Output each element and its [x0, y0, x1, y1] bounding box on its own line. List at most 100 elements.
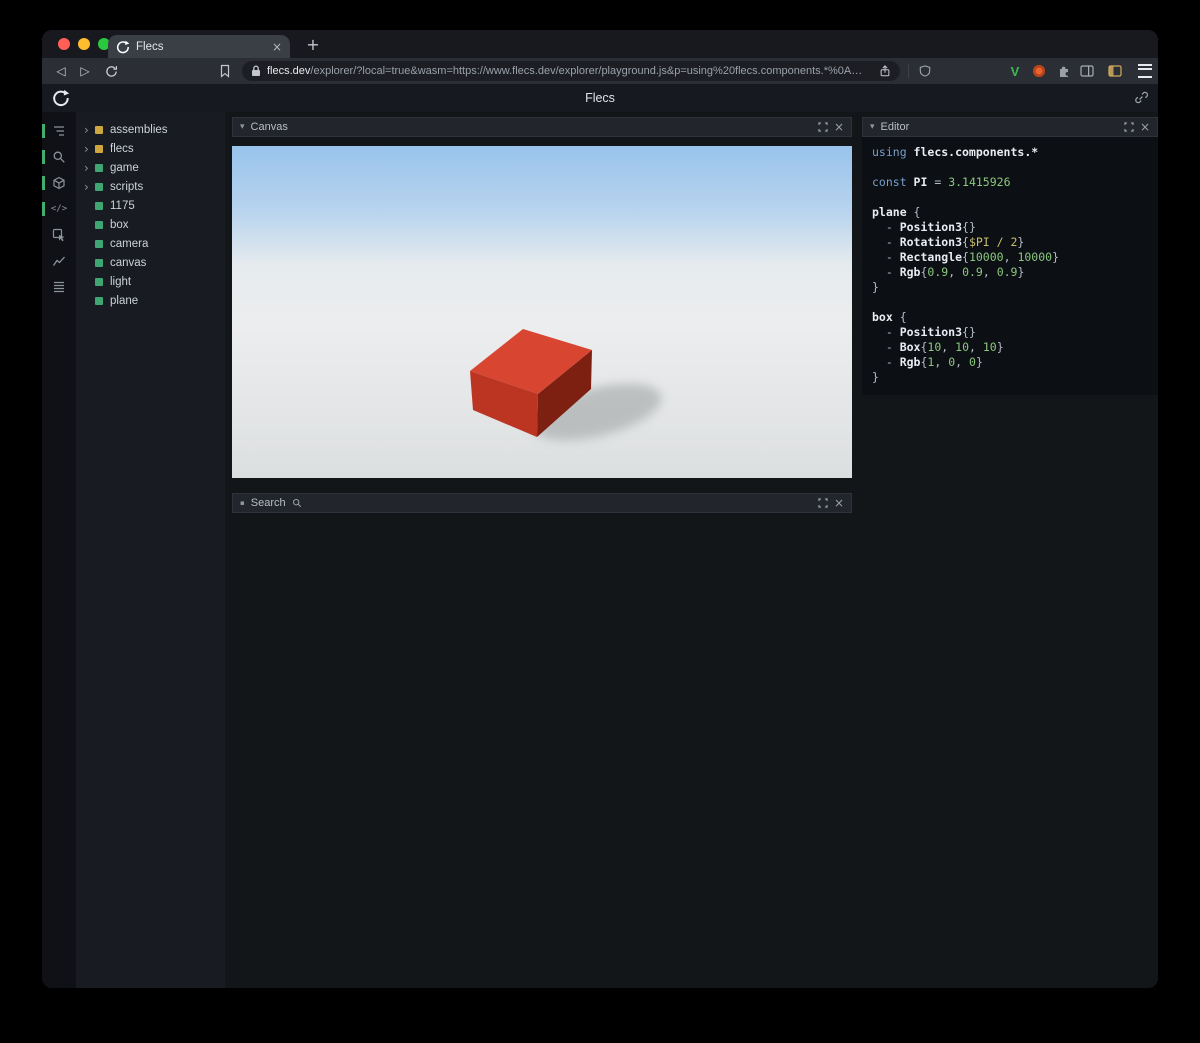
close-window-button[interactable]	[58, 38, 70, 50]
sidebar-panel-icon[interactable]	[1076, 58, 1098, 84]
close-panel-icon[interactable]: ×	[834, 121, 844, 133]
3d-scene[interactable]	[232, 146, 852, 478]
entity-color-swatch	[95, 296, 103, 305]
app-header: Flecs	[42, 84, 1158, 113]
tree-item-label: flecs	[110, 142, 134, 155]
close-tab-icon[interactable]: ×	[272, 40, 282, 54]
forward-button[interactable]: ▷	[74, 58, 96, 84]
reload-button[interactable]	[100, 58, 122, 84]
entity-color-swatch	[95, 144, 103, 153]
menu-icon[interactable]	[1134, 58, 1156, 84]
tree-item-plane[interactable]: plane	[76, 291, 225, 310]
chevron-down-icon[interactable]: ▾	[240, 122, 245, 132]
chart-icon	[52, 256, 65, 266]
expand-panel-icon[interactable]	[1124, 122, 1134, 132]
tree-item-game[interactable]: › game	[76, 158, 225, 177]
tree-item-light[interactable]: light	[76, 272, 225, 291]
reading-list-panel-icon[interactable]	[1104, 58, 1126, 84]
sidebar-item-tree[interactable]	[42, 118, 76, 144]
collapsed-bullet-icon[interactable]: ▪	[240, 499, 245, 507]
sidebar-item-stats[interactable]	[42, 248, 76, 274]
sidebar-item-inspector[interactable]	[42, 222, 76, 248]
tree-item-1175[interactable]: 1175	[76, 196, 225, 215]
expand-arrow-icon[interactable]: ›	[84, 124, 95, 136]
entity-color-swatch	[95, 182, 103, 191]
tree-item-box[interactable]: box	[76, 215, 225, 234]
new-tab-button[interactable]: +	[302, 32, 324, 56]
tree-item-label: canvas	[110, 256, 147, 269]
chevron-down-icon[interactable]: ▾	[870, 122, 875, 132]
rows-icon	[54, 281, 64, 293]
sidebar-item-queries[interactable]	[42, 274, 76, 300]
editor-panel-header: ▾ Editor ×	[862, 117, 1158, 137]
tree-item-scripts[interactable]: › scripts	[76, 177, 225, 196]
tree-icon	[54, 126, 64, 136]
entity-tree: › assemblies › flecs › game › scripts 11…	[76, 112, 225, 988]
search-magnifier-icon	[292, 498, 302, 508]
tree-item-label: 1175	[110, 199, 135, 212]
back-button[interactable]: ◁	[50, 58, 72, 84]
tree-item-label: light	[110, 275, 132, 288]
tree-item-label: camera	[110, 237, 149, 250]
url-host: flecs.dev	[267, 65, 311, 77]
entity-color-swatch	[95, 163, 103, 172]
expand-arrow-icon[interactable]: ›	[84, 181, 95, 193]
share-icon[interactable]	[879, 64, 891, 78]
entity-color-swatch	[95, 201, 103, 210]
tree-item-canvas[interactable]: canvas	[76, 253, 225, 272]
canvas-panel-header: ▾ Canvas ×	[232, 117, 852, 137]
expand-panel-icon[interactable]	[818, 498, 828, 508]
tool-sidebar: </>	[42, 112, 76, 988]
vimium-label: V	[1010, 63, 1020, 79]
entity-color-swatch	[95, 239, 103, 248]
lock-icon	[252, 65, 260, 76]
sidebar-item-entities[interactable]	[42, 170, 76, 196]
expand-panel-icon[interactable]	[818, 122, 828, 132]
main-content: ▾ Canvas × ▪ Search × ▾ Editor × using f…	[225, 112, 1158, 988]
tab-strip: Flecs × +	[42, 30, 1158, 58]
vimium-extension-icon[interactable]: V	[1004, 58, 1026, 84]
sidebar-item-editor[interactable]: </>	[42, 196, 76, 222]
tree-item-camera[interactable]: camera	[76, 234, 225, 253]
browser-window: Flecs × + ◁ ▷ flecs.dev/explorer/?local=…	[42, 30, 1158, 988]
cube-icon	[53, 176, 65, 190]
expand-arrow-icon[interactable]: ›	[84, 143, 95, 155]
extension-orange-icon[interactable]	[1028, 58, 1050, 84]
minimize-window-button[interactable]	[78, 38, 90, 50]
url-path: /explorer/?local=true&wasm=https://www.f…	[310, 65, 863, 77]
editor-body: using flecs.components.* const PI = 3.14…	[862, 137, 1158, 395]
sidebar-item-search[interactable]	[42, 144, 76, 170]
browser-toolbar: ◁ ▷ flecs.dev/explorer/?local=true&wasm=…	[42, 58, 1158, 84]
tree-item-label: scripts	[110, 180, 144, 193]
search-icon	[53, 151, 65, 163]
entity-color-swatch	[95, 220, 103, 229]
shield-icon[interactable]	[914, 58, 936, 84]
entity-color-swatch	[95, 277, 103, 286]
share-link-icon[interactable]	[1134, 91, 1148, 105]
url-text: flecs.dev/explorer/?local=true&wasm=http…	[267, 65, 873, 77]
entity-color-swatch	[95, 125, 103, 134]
entity-color-swatch	[95, 258, 103, 267]
tree-item-label: box	[110, 218, 129, 231]
canvas-viewport[interactable]	[232, 146, 852, 478]
search-panel-title: Search	[250, 497, 286, 509]
tree-item-flecs[interactable]: › flecs	[76, 139, 225, 158]
editor-panel-title: Editor	[880, 121, 910, 133]
tab-title: Flecs	[136, 40, 164, 53]
toolbar-divider	[908, 64, 909, 78]
expand-arrow-icon[interactable]: ›	[84, 162, 95, 174]
editor-code[interactable]: using flecs.components.* const PI = 3.14…	[872, 145, 1148, 385]
address-bar[interactable]: flecs.dev/explorer/?local=true&wasm=http…	[242, 61, 900, 81]
browser-tab[interactable]: Flecs ×	[108, 35, 290, 58]
close-panel-icon[interactable]: ×	[1140, 121, 1150, 133]
search-panel-header: ▪ Search ×	[232, 493, 852, 513]
close-panel-icon[interactable]: ×	[834, 497, 844, 509]
bookmark-icon[interactable]	[214, 58, 236, 84]
inspector-icon	[52, 228, 65, 242]
tree-item-assemblies[interactable]: › assemblies	[76, 120, 225, 139]
code-icon: </>	[50, 204, 68, 214]
tree-item-label: plane	[110, 294, 139, 307]
canvas-panel-title: Canvas	[250, 121, 288, 133]
tree-item-label: game	[110, 161, 139, 174]
extensions-puzzle-icon[interactable]	[1052, 58, 1074, 84]
